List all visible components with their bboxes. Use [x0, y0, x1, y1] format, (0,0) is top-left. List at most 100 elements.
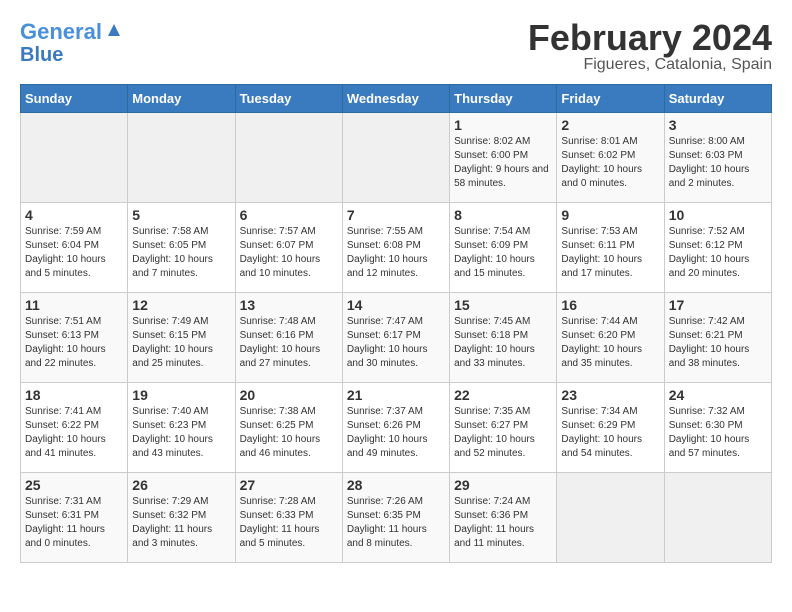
day-number: 24 — [669, 387, 767, 403]
day-cell: 22 Sunrise: 7:35 AM Sunset: 6:27 PM Dayli… — [450, 383, 557, 473]
week-row-1: 1Sunrise: 8:02 AM Sunset: 6:00 PM Daylig… — [21, 113, 772, 203]
day-cell: 16 Sunrise: 7:44 AM Sunset: 6:20 PM Dayli… — [557, 293, 664, 383]
day-cell: 4 Sunrise: 7:59 AM Sunset: 6:04 PM Daylig… — [21, 203, 128, 293]
day-number: 5 — [132, 207, 230, 223]
day-info: Sunrise: 7:57 AM Sunset: 6:07 PM Dayligh… — [240, 225, 338, 281]
calendar-subtitle: Figueres, Catalonia, Spain — [528, 56, 772, 74]
day-info: Sunrise: 7:53 AM Sunset: 6:11 PM Dayligh… — [561, 225, 659, 281]
day-number: 23 — [561, 387, 659, 403]
day-cell: 26 Sunrise: 7:29 AM Sunset: 6:32 PM Dayli… — [128, 473, 235, 563]
day-info: Sunrise: 7:52 AM Sunset: 6:12 PM Dayligh… — [669, 225, 767, 281]
day-info: Sunrise: 7:32 AM Sunset: 6:30 PM Dayligh… — [669, 405, 767, 461]
day-cell — [342, 113, 449, 203]
week-row-2: 4 Sunrise: 7:59 AM Sunset: 6:04 PM Daylig… — [21, 203, 772, 293]
day-cell — [128, 113, 235, 203]
header-row: SundayMondayTuesdayWednesdayThursdayFrid… — [21, 85, 772, 113]
page-header: General Blue February 2024 Figueres, Cat… — [20, 20, 772, 74]
day-info: Sunrise: 7:37 AM Sunset: 6:26 PM Dayligh… — [347, 405, 445, 461]
day-cell: 12 Sunrise: 7:49 AM Sunset: 6:15 PM Dayli… — [128, 293, 235, 383]
day-cell: 15 Sunrise: 7:45 AM Sunset: 6:18 PM Dayli… — [450, 293, 557, 383]
day-number: 28 — [347, 477, 445, 493]
logo-text: General — [20, 20, 102, 44]
day-number: 8 — [454, 207, 552, 223]
day-info: Sunrise: 7:24 AM Sunset: 6:36 PM Dayligh… — [454, 495, 552, 551]
day-info: Sunrise: 7:42 AM Sunset: 6:21 PM Dayligh… — [669, 315, 767, 371]
day-info: Sunrise: 7:29 AM Sunset: 6:32 PM Dayligh… — [132, 495, 230, 551]
title-block: February 2024 Figueres, Catalonia, Spain — [528, 20, 772, 74]
day-number: 29 — [454, 477, 552, 493]
day-cell: 5 Sunrise: 7:58 AM Sunset: 6:05 PM Daylig… — [128, 203, 235, 293]
day-info: Sunrise: 7:51 AM Sunset: 6:13 PM Dayligh… — [25, 315, 123, 371]
day-info: Sunrise: 7:35 AM Sunset: 6:27 PM Dayligh… — [454, 405, 552, 461]
day-cell: 2Sunrise: 8:01 AM Sunset: 6:02 PM Daylig… — [557, 113, 664, 203]
day-info: Sunrise: 7:44 AM Sunset: 6:20 PM Dayligh… — [561, 315, 659, 371]
day-info: Sunrise: 7:49 AM Sunset: 6:15 PM Dayligh… — [132, 315, 230, 371]
day-number: 17 — [669, 297, 767, 313]
col-header-saturday: Saturday — [664, 85, 771, 113]
calendar-table: SundayMondayTuesdayWednesdayThursdayFrid… — [20, 84, 772, 563]
day-number: 9 — [561, 207, 659, 223]
day-cell: 7 Sunrise: 7:55 AM Sunset: 6:08 PM Daylig… — [342, 203, 449, 293]
day-cell — [664, 473, 771, 563]
day-number: 4 — [25, 207, 123, 223]
col-header-friday: Friday — [557, 85, 664, 113]
day-number: 15 — [454, 297, 552, 313]
col-header-tuesday: Tuesday — [235, 85, 342, 113]
day-info: Sunrise: 7:58 AM Sunset: 6:05 PM Dayligh… — [132, 225, 230, 281]
day-info: Sunrise: 7:59 AM Sunset: 6:04 PM Dayligh… — [25, 225, 123, 281]
day-number: 27 — [240, 477, 338, 493]
day-cell: 20Sunrise: 7:38 AM Sunset: 6:25 PM Dayli… — [235, 383, 342, 473]
logo-bird-icon — [104, 22, 122, 40]
day-cell: 14 Sunrise: 7:47 AM Sunset: 6:17 PM Dayli… — [342, 293, 449, 383]
col-header-wednesday: Wednesday — [342, 85, 449, 113]
day-number: 3 — [669, 117, 767, 133]
day-cell: 24 Sunrise: 7:32 AM Sunset: 6:30 PM Dayli… — [664, 383, 771, 473]
col-header-sunday: Sunday — [21, 85, 128, 113]
day-number: 21 — [347, 387, 445, 403]
day-cell: 23 Sunrise: 7:34 AM Sunset: 6:29 PM Dayli… — [557, 383, 664, 473]
day-info: Sunrise: 7:41 AM Sunset: 6:22 PM Dayligh… — [25, 405, 123, 461]
calendar-title: February 2024 — [528, 20, 772, 56]
day-number: 20 — [240, 387, 338, 403]
day-info: Sunrise: 7:55 AM Sunset: 6:08 PM Dayligh… — [347, 225, 445, 281]
day-info: Sunrise: 7:45 AM Sunset: 6:18 PM Dayligh… — [454, 315, 552, 371]
day-cell: 19 Sunrise: 7:40 AM Sunset: 6:23 PM Dayli… — [128, 383, 235, 473]
day-info: Sunrise: 7:48 AM Sunset: 6:16 PM Dayligh… — [240, 315, 338, 371]
col-header-monday: Monday — [128, 85, 235, 113]
logo-blue-text: Blue — [20, 44, 63, 66]
day-number: 16 — [561, 297, 659, 313]
day-cell: 3 Sunrise: 8:00 AM Sunset: 6:03 PM Daylig… — [664, 113, 771, 203]
day-cell — [557, 473, 664, 563]
week-row-4: 18 Sunrise: 7:41 AM Sunset: 6:22 PM Dayli… — [21, 383, 772, 473]
day-number: 2 — [561, 117, 659, 133]
day-info: Sunrise: 8:00 AM Sunset: 6:03 PM Dayligh… — [669, 135, 767, 191]
day-info: Sunrise: 7:34 AM Sunset: 6:29 PM Dayligh… — [561, 405, 659, 461]
logo: General Blue — [20, 20, 122, 66]
day-cell — [21, 113, 128, 203]
day-cell: 13 Sunrise: 7:48 AM Sunset: 6:16 PM Dayli… — [235, 293, 342, 383]
day-info: Sunrise: 7:47 AM Sunset: 6:17 PM Dayligh… — [347, 315, 445, 371]
day-cell: 11Sunrise: 7:51 AM Sunset: 6:13 PM Dayli… — [21, 293, 128, 383]
day-number: 22 — [454, 387, 552, 403]
day-info: Sunrise: 7:28 AM Sunset: 6:33 PM Dayligh… — [240, 495, 338, 551]
day-cell: 25Sunrise: 7:31 AM Sunset: 6:31 PM Dayli… — [21, 473, 128, 563]
day-number: 13 — [240, 297, 338, 313]
day-number: 26 — [132, 477, 230, 493]
day-cell: 21 Sunrise: 7:37 AM Sunset: 6:26 PM Dayli… — [342, 383, 449, 473]
day-number: 14 — [347, 297, 445, 313]
day-cell: 1Sunrise: 8:02 AM Sunset: 6:00 PM Daylig… — [450, 113, 557, 203]
day-number: 18 — [25, 387, 123, 403]
day-info: Sunrise: 7:31 AM Sunset: 6:31 PM Dayligh… — [25, 495, 123, 551]
day-cell: 18 Sunrise: 7:41 AM Sunset: 6:22 PM Dayli… — [21, 383, 128, 473]
day-cell: 6Sunrise: 7:57 AM Sunset: 6:07 PM Daylig… — [235, 203, 342, 293]
day-number: 19 — [132, 387, 230, 403]
week-row-3: 11Sunrise: 7:51 AM Sunset: 6:13 PM Dayli… — [21, 293, 772, 383]
day-info: Sunrise: 7:40 AM Sunset: 6:23 PM Dayligh… — [132, 405, 230, 461]
day-number: 7 — [347, 207, 445, 223]
day-cell: 28Sunrise: 7:26 AM Sunset: 6:35 PM Dayli… — [342, 473, 449, 563]
day-cell: 27 Sunrise: 7:28 AM Sunset: 6:33 PM Dayli… — [235, 473, 342, 563]
day-cell: 10Sunrise: 7:52 AM Sunset: 6:12 PM Dayli… — [664, 203, 771, 293]
day-cell: 9 Sunrise: 7:53 AM Sunset: 6:11 PM Daylig… — [557, 203, 664, 293]
day-info: Sunrise: 8:02 AM Sunset: 6:00 PM Dayligh… — [454, 135, 552, 191]
day-number: 12 — [132, 297, 230, 313]
